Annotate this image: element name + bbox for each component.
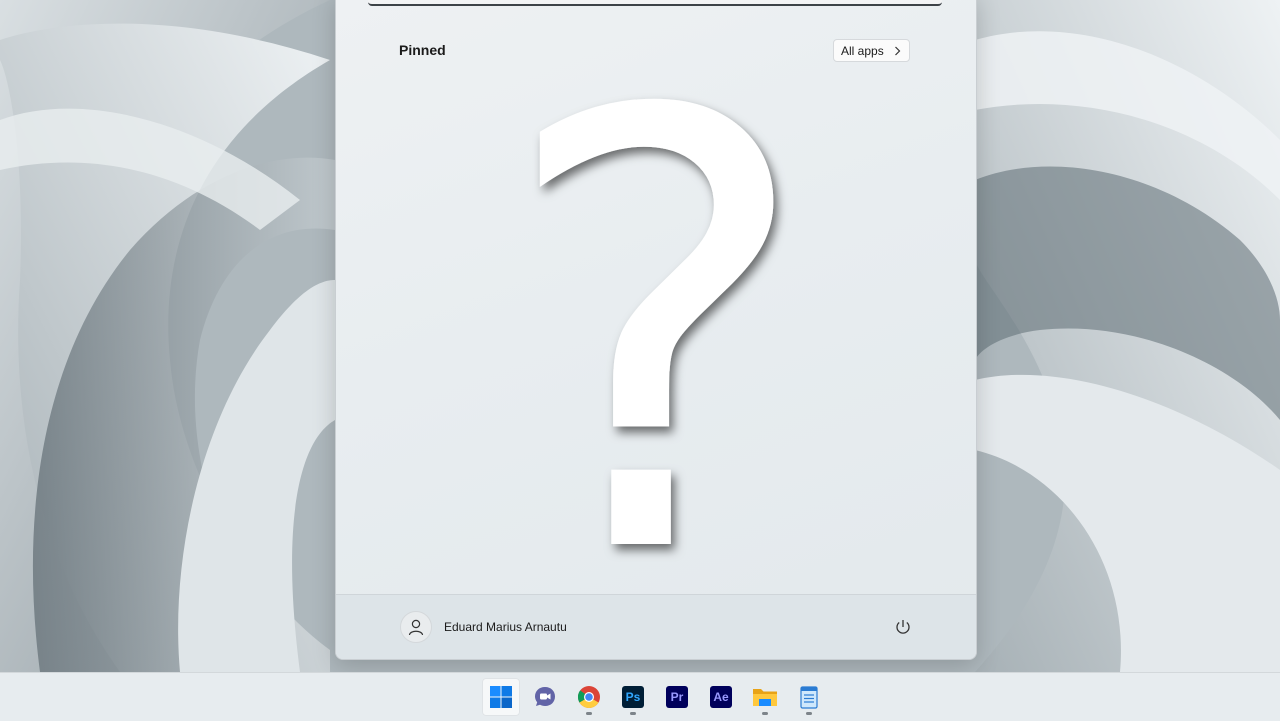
start-menu: Pinned All apps ? Eduard Marius Arnautu bbox=[335, 0, 977, 660]
notepad-icon bbox=[800, 686, 818, 709]
after-effects-icon: Ae bbox=[710, 686, 732, 708]
taskbar: Ps Pr Ae bbox=[0, 672, 1280, 721]
search-box-edge[interactable] bbox=[368, 0, 942, 6]
taskbar-file-explorer-button[interactable] bbox=[746, 678, 784, 716]
running-indicator bbox=[806, 712, 812, 715]
running-indicator bbox=[762, 712, 768, 715]
question-mark-graphic: ? bbox=[497, 74, 815, 574]
taskbar-start-button[interactable] bbox=[482, 678, 520, 716]
question-mark-glyph: ? bbox=[497, 74, 815, 574]
chevron-right-icon bbox=[895, 46, 901, 56]
all-apps-label: All apps bbox=[841, 43, 884, 58]
user-avatar[interactable] bbox=[400, 611, 432, 643]
teams-chat-icon bbox=[535, 687, 555, 706]
taskbar-chrome-button[interactable] bbox=[570, 678, 608, 716]
photoshop-icon: Ps bbox=[622, 686, 644, 708]
chrome-icon bbox=[578, 686, 600, 708]
all-apps-button[interactable]: All apps bbox=[833, 39, 910, 62]
power-button[interactable] bbox=[891, 615, 915, 639]
folder-icon bbox=[753, 689, 777, 706]
taskbar-after-effects-button[interactable]: Ae bbox=[702, 678, 740, 716]
taskbar-chat-button[interactable] bbox=[526, 678, 564, 716]
taskbar-notepad-button[interactable] bbox=[790, 678, 828, 716]
pinned-section-title: Pinned bbox=[399, 42, 446, 58]
user-icon bbox=[408, 619, 424, 636]
premiere-icon: Pr bbox=[666, 686, 688, 708]
running-indicator bbox=[586, 712, 592, 715]
windows-logo-icon bbox=[490, 686, 512, 708]
running-indicator bbox=[630, 712, 636, 715]
user-name[interactable]: Eduard Marius Arnautu bbox=[444, 620, 567, 634]
start-menu-footer: Eduard Marius Arnautu bbox=[336, 594, 976, 659]
taskbar-premiere-button[interactable]: Pr bbox=[658, 678, 696, 716]
power-icon bbox=[896, 620, 910, 634]
taskbar-photoshop-button[interactable]: Ps bbox=[614, 678, 652, 716]
